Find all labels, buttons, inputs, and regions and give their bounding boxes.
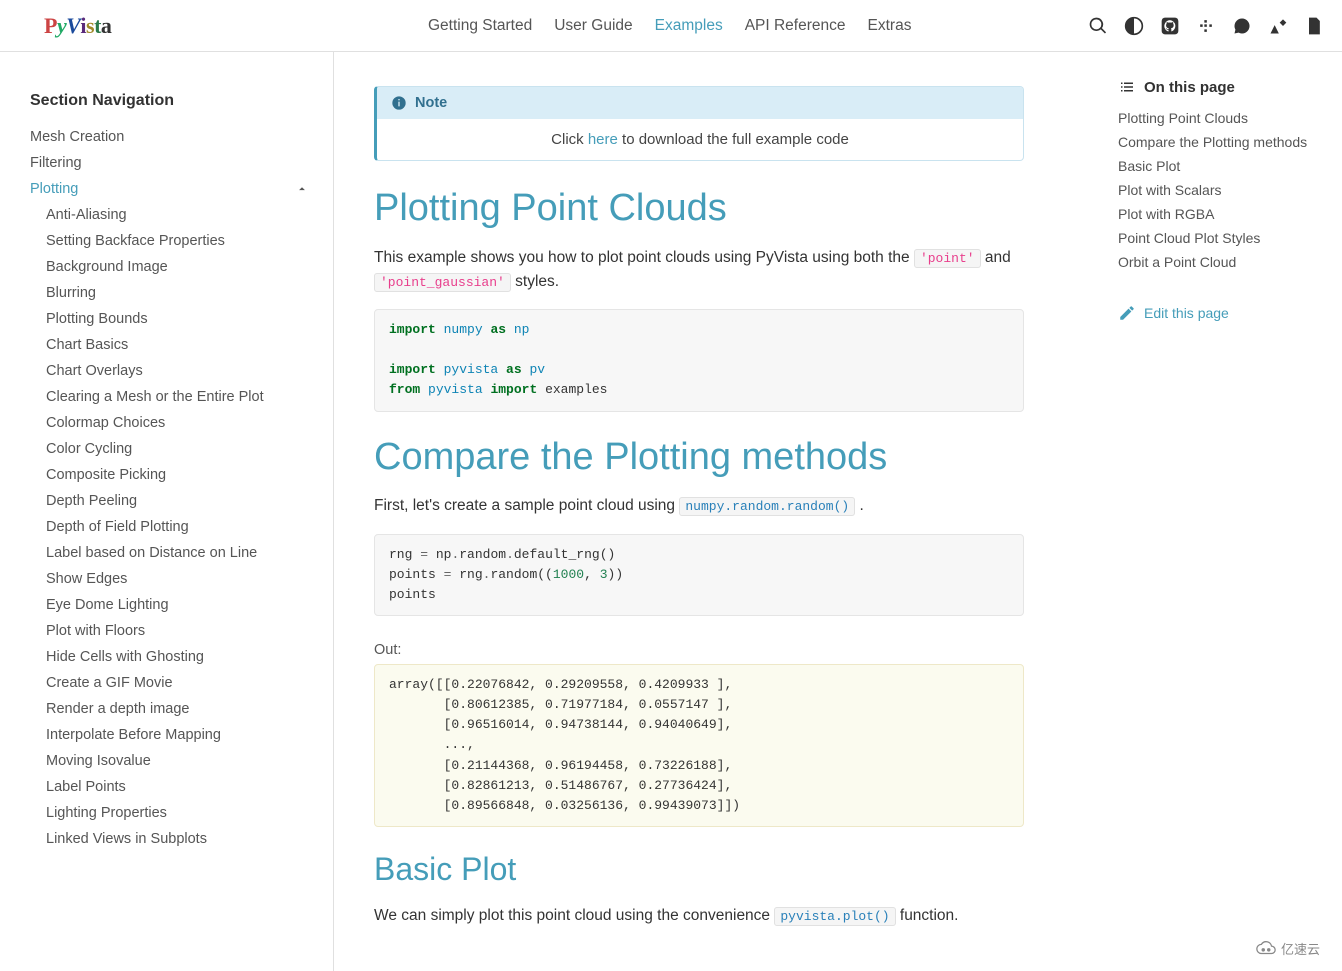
sidebar-item[interactable]: Chart Overlays (30, 358, 315, 384)
content: Note Click here to download the full exa… (374, 86, 1024, 928)
intro-paragraph: This example shows you how to plot point… (374, 246, 1024, 294)
info-icon (391, 95, 407, 111)
sidebar-item-label: Plotting (30, 181, 78, 197)
sidebar: Section Navigation Mesh CreationFilterin… (0, 52, 334, 971)
layout: Section Navigation Mesh CreationFilterin… (0, 52, 1342, 971)
top-nav: Getting Started User Guide Examples API … (275, 17, 1064, 35)
cloud-icon (1255, 937, 1277, 959)
chevron-up-icon (295, 182, 309, 196)
sidebar-item[interactable]: Color Cycling (30, 436, 315, 462)
sidebar-item[interactable]: Eye Dome Lighting (30, 592, 315, 618)
sidebar-item[interactable]: Label Points (30, 774, 315, 800)
nav-item-user-guide[interactable]: User Guide (554, 17, 632, 35)
toc-item[interactable]: Compare the Plotting methods (1118, 130, 1324, 154)
code-block-imports: import numpy as np import pyvista as pv … (374, 309, 1024, 412)
sidebar-item[interactable]: Colormap Choices (30, 410, 315, 436)
toc-item[interactable]: Plot with RGBA (1118, 202, 1324, 226)
sidebar-item[interactable]: Plot with Floors (30, 618, 315, 644)
sidebar-item[interactable]: Composite Picking (30, 462, 315, 488)
inline-code-numpy-random: numpy.random.random() (679, 497, 855, 516)
toc-item[interactable]: Orbit a Point Cloud (1118, 250, 1324, 274)
right-toc: On this page Plotting Point CloudsCompar… (1100, 52, 1342, 971)
sidebar-list: Mesh CreationFiltering Plotting Anti-Alias… (30, 124, 315, 852)
inline-code-pyvista-plot: pyvista.plot() (774, 907, 895, 926)
sidebar-item[interactable]: Label based on Distance on Line (30, 540, 315, 566)
note-body: Click here to download the full example … (377, 119, 1023, 160)
basic-plot-paragraph: We can simply plot this point cloud usin… (374, 904, 1024, 928)
sidebar-item[interactable]: Anti-Aliasing (30, 202, 315, 228)
toc-item[interactable]: Basic Plot (1118, 154, 1324, 178)
compare-paragraph: First, let's create a sample point cloud… (374, 494, 1024, 518)
sidebar-item[interactable]: Mesh Creation (30, 124, 315, 150)
output-label: Out: (374, 642, 1024, 658)
sidebar-item[interactable]: Background Image (30, 254, 315, 280)
heading-compare-methods: Compare the Plotting methods (374, 436, 1024, 479)
theme-icon[interactable] (1124, 16, 1144, 36)
docs-icon[interactable] (1304, 16, 1324, 36)
note-title-bar: Note (377, 87, 1023, 119)
list-icon (1118, 78, 1136, 96)
toc-title: On this page (1118, 78, 1324, 96)
note-title-text: Note (415, 95, 447, 111)
note-admonition: Note Click here to download the full exa… (374, 86, 1024, 161)
toc-item[interactable]: Point Cloud Plot Styles (1118, 226, 1324, 250)
sidebar-item[interactable]: Filtering (30, 150, 315, 176)
nav-item-api-reference[interactable]: API Reference (745, 17, 846, 35)
sidebar-item[interactable]: Create a GIF Movie (30, 670, 315, 696)
sidebar-item[interactable]: Chart Basics (30, 332, 315, 358)
search-icon[interactable] (1088, 16, 1108, 36)
sidebar-item[interactable]: Blurring (30, 280, 315, 306)
inline-code-point: 'point' (914, 249, 981, 268)
sidebar-item[interactable]: Clearing a Mesh or the Entire Plot (30, 384, 315, 410)
sidebar-item[interactable]: Setting Backface Properties (30, 228, 315, 254)
nav-item-getting-started[interactable]: Getting Started (428, 17, 532, 35)
discourse-icon[interactable] (1232, 16, 1252, 36)
code-block-points: rng = np.random.default_rng() points = r… (374, 534, 1024, 616)
watermark: 亿速云 (1255, 937, 1320, 959)
heading-plotting-point-clouds: Plotting Point Clouds (374, 187, 1024, 230)
nav-item-extras[interactable]: Extras (868, 17, 912, 35)
support-icon[interactable] (1268, 16, 1288, 36)
toc-item[interactable]: Plot with Scalars (1118, 178, 1324, 202)
sidebar-item[interactable]: Depth Peeling (30, 488, 315, 514)
pencil-icon (1118, 304, 1136, 322)
sidebar-item[interactable]: Interpolate Before Mapping (30, 722, 315, 748)
main: Note Click here to download the full exa… (334, 52, 1100, 971)
sidebar-item[interactable]: Lighting Properties (30, 800, 315, 826)
toc-item[interactable]: Plotting Point Clouds (1118, 106, 1324, 130)
logo[interactable]: PyVista (44, 13, 111, 39)
sidebar-title: Section Navigation (30, 92, 315, 110)
toolbar-icons (1088, 16, 1324, 36)
sidebar-item[interactable]: Moving Isovalue (30, 748, 315, 774)
toc-list: Plotting Point CloudsCompare the Plottin… (1118, 106, 1324, 274)
inline-code-point-gaussian: 'point_gaussian' (374, 273, 511, 292)
edit-page-link[interactable]: Edit this page (1118, 304, 1324, 322)
sidebar-item[interactable]: Plotting (30, 176, 315, 202)
sidebar-item[interactable]: Linked Views in Subplots (30, 826, 315, 852)
topbar: PyVista Getting Started User Guide Examp… (0, 0, 1342, 52)
sidebar-item[interactable]: Hide Cells with Ghosting (30, 644, 315, 670)
github-icon[interactable] (1160, 16, 1180, 36)
sidebar-item[interactable]: Plotting Bounds (30, 306, 315, 332)
output-block: array([[0.22076842, 0.29209558, 0.420993… (374, 664, 1024, 827)
heading-basic-plot: Basic Plot (374, 851, 1024, 888)
sidebar-item[interactable]: Depth of Field Plotting (30, 514, 315, 540)
sidebar-item[interactable]: Render a depth image (30, 696, 315, 722)
nav-item-examples[interactable]: Examples (655, 17, 723, 35)
slack-icon[interactable] (1196, 16, 1216, 36)
note-download-link[interactable]: here (588, 131, 618, 148)
sidebar-item[interactable]: Show Edges (30, 566, 315, 592)
